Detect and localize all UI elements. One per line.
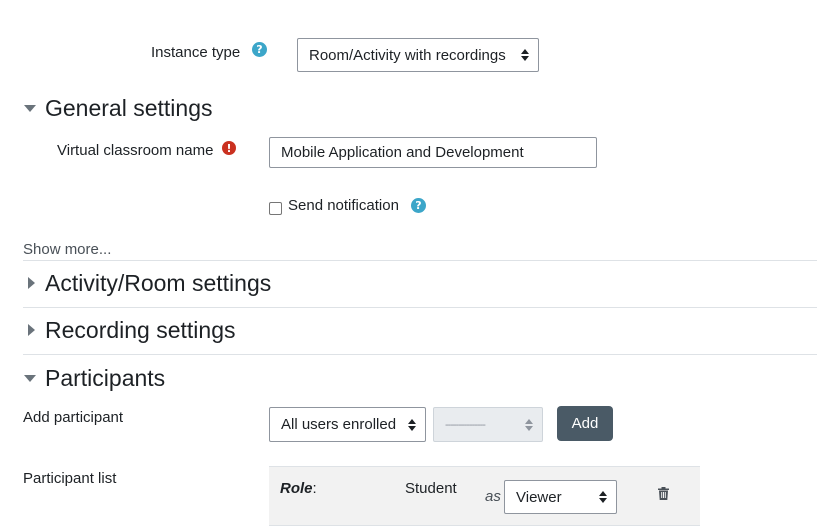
send-notification-checkbox[interactable] <box>269 202 282 215</box>
select-arrows-icon <box>408 418 416 431</box>
select-arrows-icon <box>525 418 533 431</box>
help-icon[interactable]: ? <box>252 42 267 57</box>
role-label: Role <box>280 480 313 497</box>
send-notification-label[interactable]: Send notification <box>288 197 399 214</box>
expand-triangle-right-icon[interactable] <box>28 277 35 289</box>
instance-type-label: Instance type <box>151 44 241 61</box>
as-label: as <box>485 488 501 505</box>
collapse-triangle-down-icon[interactable] <box>24 105 36 112</box>
role-value: Student <box>405 480 457 497</box>
recording-settings-title[interactable]: Recording settings <box>45 317 236 344</box>
role-label-wrap: Role: <box>280 480 317 497</box>
expand-triangle-right-icon[interactable] <box>28 324 35 336</box>
participant-role-select[interactable]: Viewer <box>504 480 617 514</box>
section-divider <box>23 307 817 308</box>
activity-room-settings-title[interactable]: Activity/Room settings <box>45 270 271 297</box>
classroom-name-label: Virtual classroom name <box>57 142 214 159</box>
add-participant-label: Add participant <box>23 409 124 426</box>
section-divider <box>23 354 817 355</box>
select-arrows-icon <box>521 49 529 61</box>
required-icon: ! <box>222 141 236 155</box>
classroom-name-input[interactable]: Mobile Application and Development <box>269 137 597 168</box>
participant-select: --------------- <box>433 407 543 442</box>
participant-list-row: Role: Student as Viewer <box>269 466 700 526</box>
show-more-link[interactable]: Show more... <box>23 241 111 258</box>
add-participant-button[interactable]: Add <box>557 406 613 441</box>
trash-icon[interactable] <box>658 487 669 500</box>
participants-title[interactable]: Participants <box>45 365 165 392</box>
section-divider <box>23 260 817 261</box>
participant-type-selected: All users enrolled <box>281 416 397 433</box>
instance-type-selected: Room/Activity with recordings <box>309 46 506 64</box>
select-arrows-icon <box>599 491 607 503</box>
help-icon[interactable]: ? <box>411 198 426 213</box>
participant-list-label: Participant list <box>23 470 117 487</box>
participant-type-select[interactable]: All users enrolled <box>269 407 426 442</box>
instance-type-select[interactable]: Room/Activity with recordings <box>297 38 539 72</box>
general-settings-title[interactable]: General settings <box>45 95 212 122</box>
participant-selected: --------------- <box>445 418 486 431</box>
classroom-name-value: Mobile Application and Development <box>281 144 524 161</box>
participant-role-selected: Viewer <box>516 488 562 506</box>
collapse-triangle-down-icon[interactable] <box>24 375 36 382</box>
